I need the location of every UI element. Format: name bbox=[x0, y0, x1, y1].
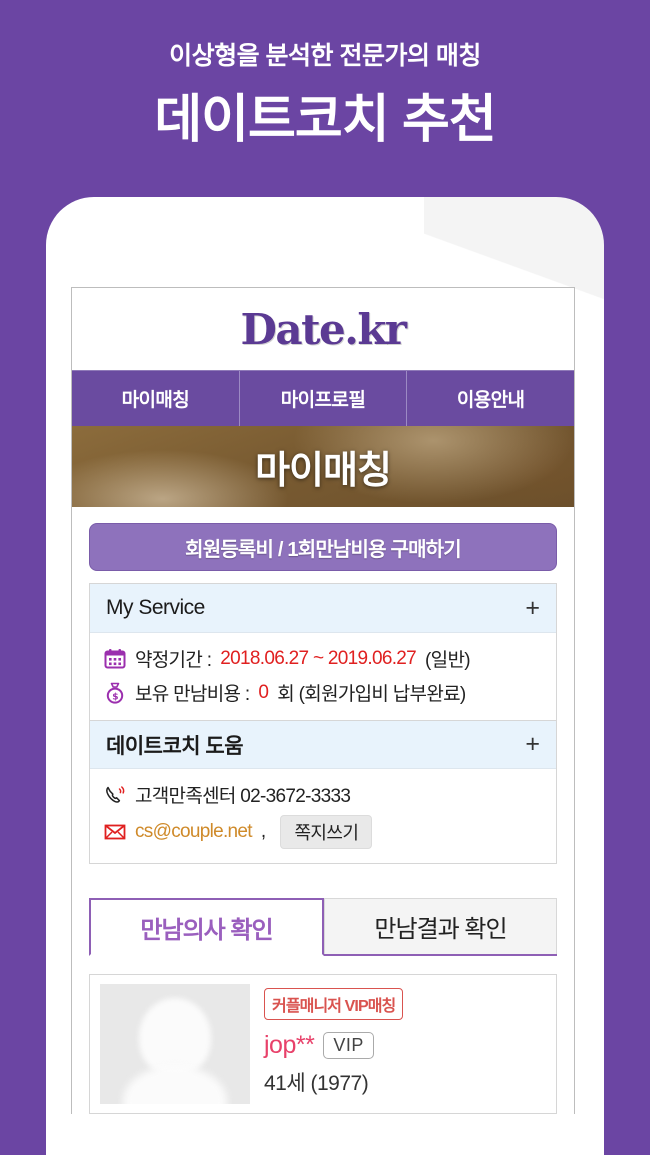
main-nav: 마이매칭 마이프로필 이용안내 bbox=[72, 370, 574, 426]
vip-matching-badge: 커플매니저 VIP매칭 bbox=[264, 988, 404, 1020]
panel-title-my-service: My Service bbox=[106, 596, 205, 619]
match-nickname[interactable]: jop** bbox=[264, 1031, 315, 1060]
svg-text:$: $ bbox=[112, 692, 118, 702]
page-banner: 마이매칭 bbox=[72, 426, 574, 507]
avatar-body-shape bbox=[123, 1066, 227, 1104]
calendar-icon bbox=[104, 648, 126, 668]
money-bag-icon: $ bbox=[106, 682, 124, 704]
match-name-row: jop** VIP bbox=[264, 1031, 546, 1060]
tab-meeting-result[interactable]: 만남결과 확인 bbox=[324, 898, 557, 954]
email-row: cs@couple.net, 쪽지쓰기 bbox=[104, 815, 542, 849]
match-age-info: 41세 (1977) bbox=[264, 1072, 369, 1095]
site-logo[interactable]: Date.kr bbox=[240, 305, 407, 354]
nav-item-my-matching[interactable]: 마이매칭 bbox=[72, 371, 240, 426]
match-list-item[interactable]: 커플매니저 VIP매칭 jop** VIP 41세 (1977) bbox=[89, 974, 557, 1114]
contract-period-value: 2018.06.27 ~ 2019.06.27 bbox=[220, 647, 417, 669]
plus-icon[interactable]: + bbox=[525, 732, 540, 757]
email-suffix: , bbox=[260, 821, 266, 842]
banner-title: 마이매칭 bbox=[255, 450, 392, 492]
customer-center-text: 고객만족센터 02-3672-3333 bbox=[135, 786, 351, 807]
support-email[interactable]: cs@couple.net bbox=[135, 821, 253, 843]
app-screen: Date.kr 마이매칭 마이프로필 이용안내 마이매칭 회원등록비 / 1회만… bbox=[71, 287, 575, 1114]
match-info: 커플매니저 VIP매칭 jop** VIP 41세 (1977) bbox=[264, 984, 546, 1104]
promo-title: 데이트코치 추천 bbox=[154, 91, 496, 149]
vip-chip: VIP bbox=[323, 1032, 374, 1059]
contract-period-row: 약정기간 : 2018.06.27 ~ 2019.06.27 (일반) bbox=[104, 645, 542, 672]
info-panels: My Service + 약정기간: 2018.06.27 ~ 2019.06… bbox=[89, 583, 557, 864]
meeting-credits-value: 0 bbox=[258, 681, 269, 703]
purchase-button-container: 회원등록비 / 1회만남비용 구매하기 bbox=[72, 507, 574, 583]
panel-header-coach-help[interactable]: 데이트코치 도움 + bbox=[90, 720, 556, 769]
promo-header: 이상형을 분석한 전문가의 매칭 데이트코치 추천 bbox=[0, 0, 650, 195]
nav-item-usage-guide[interactable]: 이용안내 bbox=[407, 371, 574, 426]
meeting-credits-suffix: 회 (회원가입비 납부완료) bbox=[277, 684, 466, 705]
match-tabs: 만남의사 확인 만남결과 확인 bbox=[89, 898, 557, 956]
contract-period-label: 약정기간 : bbox=[135, 650, 212, 671]
meeting-credits-row: $ 보유 만남비용 : 0 회 (회원가입비 납부완료) bbox=[104, 679, 542, 706]
phone-mockup: Date.kr 마이매칭 마이프로필 이용안내 마이매칭 회원등록비 / 1회만… bbox=[46, 197, 604, 1155]
mail-icon bbox=[104, 824, 126, 840]
plus-icon[interactable]: + bbox=[525, 595, 540, 621]
panel-title-coach-help: 데이트코치 도움 bbox=[106, 734, 244, 758]
meeting-credits-label: 보유 만남비용 : bbox=[135, 684, 250, 705]
phone-icon bbox=[106, 785, 125, 803]
avatar bbox=[100, 984, 250, 1104]
panel-body-my-service: 약정기간 : 2018.06.27 ~ 2019.06.27 (일반) $ 보유… bbox=[90, 633, 556, 720]
customer-center-row: 고객만족센터 02-3672-3333 bbox=[104, 781, 542, 808]
contract-period-suffix: (일반) bbox=[425, 650, 471, 671]
tab-meeting-intent[interactable]: 만남의사 확인 bbox=[89, 898, 324, 956]
app-logo-bar: Date.kr bbox=[72, 288, 574, 370]
avatar-head-shape bbox=[139, 998, 211, 1076]
send-memo-button[interactable]: 쪽지쓰기 bbox=[280, 815, 373, 849]
panel-header-my-service[interactable]: My Service + bbox=[90, 584, 556, 633]
promo-subtitle: 이상형을 분석한 전문가의 매칭 bbox=[169, 42, 481, 70]
purchase-button[interactable]: 회원등록비 / 1회만남비용 구매하기 bbox=[89, 523, 557, 571]
nav-item-my-profile[interactable]: 마이프로필 bbox=[240, 371, 408, 426]
panel-body-coach-help: 고객만족센터 02-3672-3333 cs@couple.net, 쪽지쓰기 bbox=[90, 769, 556, 863]
